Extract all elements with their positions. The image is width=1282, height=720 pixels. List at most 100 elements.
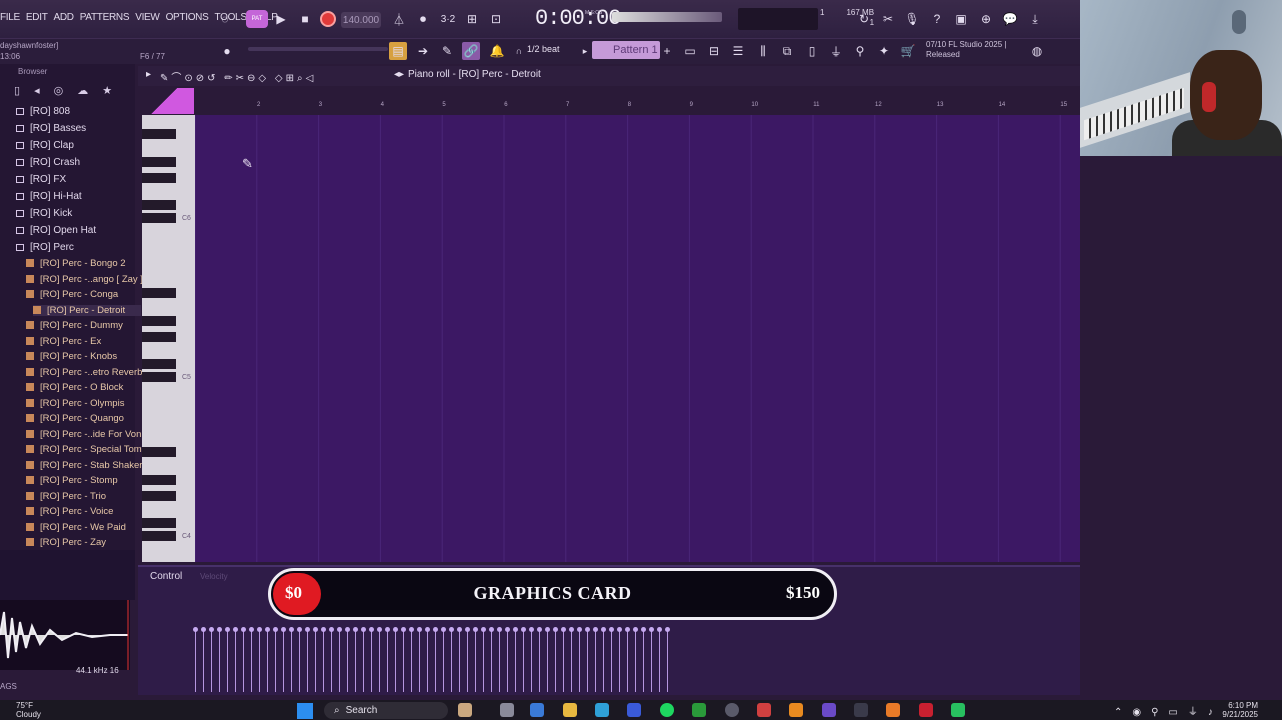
menu-options[interactable]: OPTIONS — [166, 12, 209, 23]
globe-icon[interactable]: ◍ — [1028, 42, 1046, 60]
link-icon[interactable]: 🔗 — [462, 42, 480, 60]
velocity-handle[interactable] — [625, 627, 630, 632]
velocity-stem[interactable] — [539, 630, 540, 692]
velocity-stem[interactable] — [499, 630, 500, 692]
menu-edit[interactable]: EDIT — [26, 12, 48, 23]
browser-star-icon[interactable]: ★ — [102, 84, 112, 104]
master-slider[interactable] — [248, 47, 388, 51]
velocity-stem[interactable] — [315, 630, 316, 692]
piano-keyboard[interactable]: C6 C5 C4 — [142, 115, 195, 562]
play-icon[interactable]: ▶ — [272, 10, 290, 28]
velocity-handle[interactable] — [353, 627, 358, 632]
store-icon[interactable] — [627, 703, 641, 717]
browser-folder[interactable]: [RO] Open Hat — [16, 225, 96, 236]
velocity-handle[interactable] — [545, 627, 550, 632]
undo-history-icon[interactable]: ↻ — [855, 10, 873, 28]
velocity-handle[interactable] — [289, 627, 294, 632]
black-key[interactable] — [142, 447, 176, 457]
velocity-stem[interactable] — [219, 630, 220, 692]
velocity-stem[interactable] — [331, 630, 332, 692]
velocity-stem[interactable] — [491, 630, 492, 692]
loop-record-icon[interactable]: ⊡ — [487, 10, 505, 28]
time-display[interactable]: 0:00:00 — [535, 6, 621, 31]
velocity-stem[interactable] — [371, 630, 372, 692]
velocity-handle[interactable] — [457, 627, 462, 632]
velocity-stem[interactable] — [419, 630, 420, 692]
black-key[interactable] — [142, 316, 176, 326]
velocity-stem[interactable] — [227, 630, 228, 692]
velocity-handle[interactable] — [473, 627, 478, 632]
vlc-icon[interactable] — [789, 703, 803, 717]
velocity-stem[interactable] — [339, 630, 340, 692]
taskbar-clock[interactable]: 6:10 PM 9/21/2025 — [1222, 701, 1258, 719]
browser-back-icon[interactable]: ◂ — [34, 84, 40, 104]
piano-roll-arrows-icon[interactable]: ◂▸ — [394, 69, 404, 80]
browser-file[interactable]: [RO] Perc - Zay — [26, 537, 106, 548]
file-explorer-icon[interactable] — [563, 703, 577, 717]
metronome-icon[interactable]: ⏃ — [390, 10, 408, 28]
browser-file[interactable]: [RO] Perc - Olympis — [26, 398, 124, 409]
browser-file[interactable]: [RO] Perc - Knobs — [26, 351, 117, 362]
velocity-stem[interactable] — [627, 630, 628, 692]
velocity-handle[interactable] — [305, 627, 310, 632]
app-icon-green[interactable] — [951, 703, 965, 717]
velocity-handle[interactable] — [609, 627, 614, 632]
velocity-handle[interactable] — [585, 627, 590, 632]
system-tray-icons[interactable]: ⌃◉⚲▭⏚♪ — [1114, 703, 1223, 718]
browser-file[interactable]: [RO] Perc -..etro Reverb — [26, 367, 142, 378]
browser-file[interactable]: [RO] Perc - Quango — [26, 413, 124, 424]
velocity-stem[interactable] — [427, 630, 428, 692]
velocity-stem[interactable] — [659, 630, 660, 692]
velocity-stem[interactable] — [619, 630, 620, 692]
weather-widget[interactable]: 75°F Cloudy — [16, 701, 41, 719]
browser-file[interactable]: [RO] Perc - Stab Shaker — [26, 460, 142, 471]
master-volume-knob-icon[interactable]: ◌ — [216, 10, 234, 28]
black-key[interactable] — [142, 372, 176, 382]
step-edit-icon[interactable]: ⊞ — [463, 10, 481, 28]
velocity-handle[interactable] — [529, 627, 534, 632]
velocity-stem[interactable] — [323, 630, 324, 692]
browser-folder[interactable]: [RO] 808 — [16, 106, 70, 117]
browser-folder[interactable]: [RO] Perc — [16, 242, 74, 253]
browser-file[interactable]: [RO] Perc - We Paid — [26, 522, 126, 533]
velocity-stem[interactable] — [307, 630, 308, 692]
velocity-handle[interactable] — [401, 627, 406, 632]
app-icon-gray[interactable] — [854, 703, 868, 717]
velocity-stem[interactable] — [571, 630, 572, 692]
velocity-handle[interactable] — [433, 627, 438, 632]
start-icon[interactable] — [297, 703, 313, 719]
browser-folder[interactable]: [RO] Hi-Hat — [16, 191, 82, 202]
browser-file[interactable]: [RO] Perc - Voice — [26, 506, 113, 517]
task-view-icon[interactable] — [500, 703, 514, 717]
velocity-handle[interactable] — [337, 627, 342, 632]
velocity-stem[interactable] — [403, 630, 404, 692]
velocity-stem[interactable] — [563, 630, 564, 692]
velocity-handle[interactable] — [345, 627, 350, 632]
velocity-stem[interactable] — [523, 630, 524, 692]
browser-folder[interactable]: [RO] Kick — [16, 208, 72, 219]
browser-file[interactable]: [RO] Perc - O Block — [26, 382, 123, 393]
velocity-handle[interactable] — [281, 627, 286, 632]
velocity-stem[interactable] — [347, 630, 348, 692]
velocity-handle[interactable] — [417, 627, 422, 632]
menu-add[interactable]: ADD — [54, 12, 75, 23]
velocity-handle[interactable] — [617, 627, 622, 632]
download-icon[interactable]: ⤓ — [1026, 10, 1044, 28]
black-key[interactable] — [142, 531, 176, 541]
app-icon-crimson[interactable] — [919, 703, 933, 717]
velocity-handle[interactable] — [321, 627, 326, 632]
velocity-handle[interactable] — [297, 627, 302, 632]
velocity-stem[interactable] — [283, 630, 284, 692]
time-ruler[interactable]: 2 3 4 5 6 7 8 9 10 11 12 13 14 15 — [195, 102, 1075, 114]
velocity-stem[interactable] — [259, 630, 260, 692]
step-sequencer-icon[interactable]: ☰ — [729, 42, 747, 60]
velocity-stem[interactable] — [603, 630, 604, 692]
browser-toggle-icon[interactable]: ▯ — [803, 42, 821, 60]
black-key[interactable] — [142, 475, 176, 485]
velocity-stem[interactable] — [515, 630, 516, 692]
black-key[interactable] — [142, 157, 176, 167]
velocity-handle[interactable] — [377, 627, 382, 632]
pattern-selector[interactable]: Pattern 1 — [592, 41, 660, 59]
velocity-stem[interactable] — [355, 630, 356, 692]
typing-keyboard-icon[interactable]: 🔔 — [488, 42, 506, 60]
